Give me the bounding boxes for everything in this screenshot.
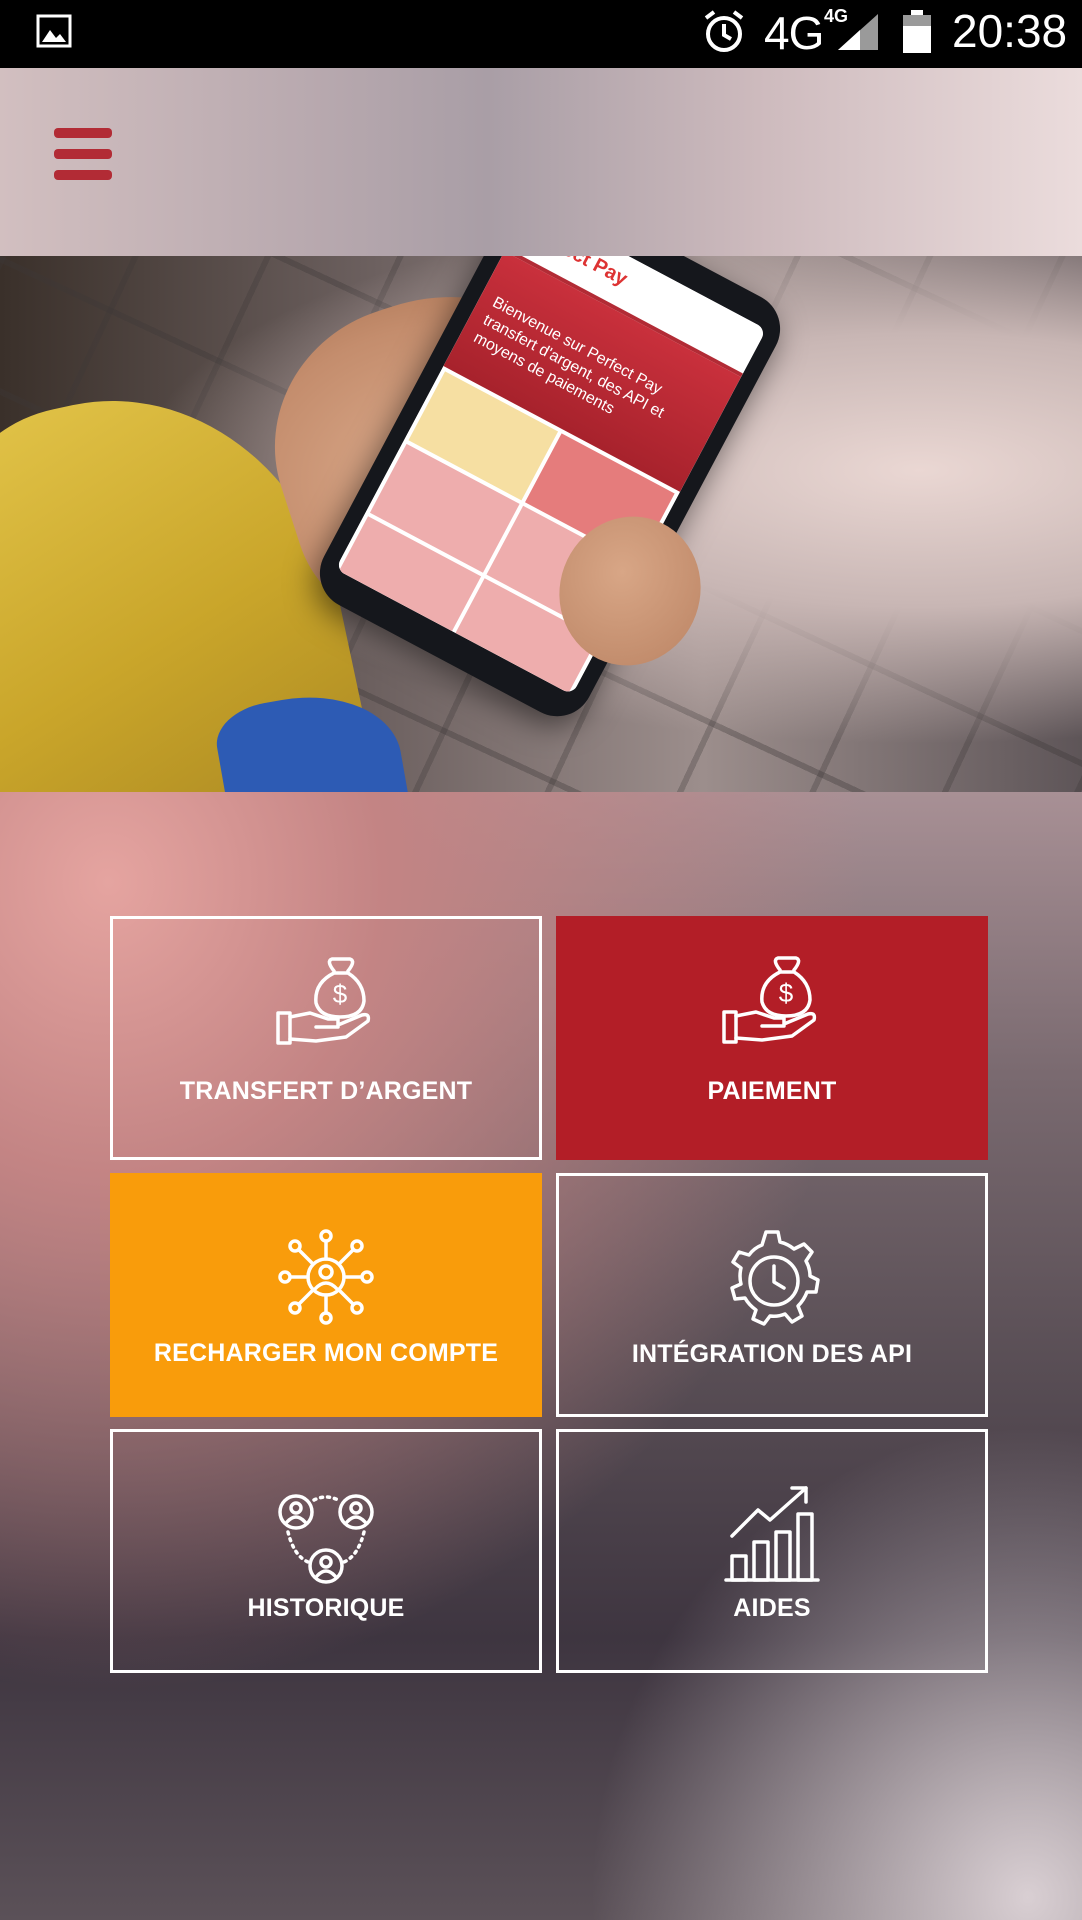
svg-text:$: $ xyxy=(333,979,348,1009)
tile-transfert-argent[interactable]: $ TRANSFERT D’ARGENT xyxy=(110,916,542,1160)
tile-label: AIDES xyxy=(733,1594,811,1622)
money-bag-hand-icon: $ xyxy=(276,957,371,1045)
tile-historique[interactable]: HISTORIQUE xyxy=(110,1429,542,1673)
status-bar: 4G 4G 20:38 xyxy=(0,0,1082,68)
tile-label: RECHARGER MON COMPTE xyxy=(153,1339,499,1367)
main-menu: $ TRANSFERT D’ARGENT $ PAIEMENT RECHARGE… xyxy=(0,792,1082,1920)
battery-icon xyxy=(903,10,931,53)
alarm-icon xyxy=(704,10,744,52)
clock: 20:38 xyxy=(952,5,1068,57)
hero-image: Perfect Pay Bienvenue sur Perfect Pay tr… xyxy=(0,256,1082,792)
network-user-icon xyxy=(278,1229,374,1325)
tile-label: TRANSFERT D’ARGENT xyxy=(179,1077,473,1105)
tile-integration-api[interactable]: INTÉGRATION DES API xyxy=(556,1173,988,1417)
money-bag-hand-icon: $ xyxy=(722,956,817,1044)
tile-label: INTÉGRATION DES API xyxy=(631,1340,913,1368)
svg-text:$: $ xyxy=(779,978,794,1008)
growth-chart-icon xyxy=(724,1486,820,1582)
tile-aides[interactable]: AIDES xyxy=(556,1429,988,1673)
gallery-icon xyxy=(36,14,72,48)
gear-clock-icon xyxy=(730,1230,820,1326)
hamburger-menu-icon[interactable] xyxy=(54,128,112,180)
tile-paiement[interactable]: $ PAIEMENT xyxy=(556,916,988,1160)
users-cycle-icon xyxy=(278,1494,374,1584)
tile-recharger-compte[interactable]: RECHARGER MON COMPTE xyxy=(110,1173,542,1417)
app-header xyxy=(0,68,1082,256)
signal-icon xyxy=(838,14,878,50)
tile-label: HISTORIQUE xyxy=(247,1594,405,1622)
tile-label: PAIEMENT xyxy=(707,1077,837,1105)
network-type: 4G xyxy=(764,7,824,59)
